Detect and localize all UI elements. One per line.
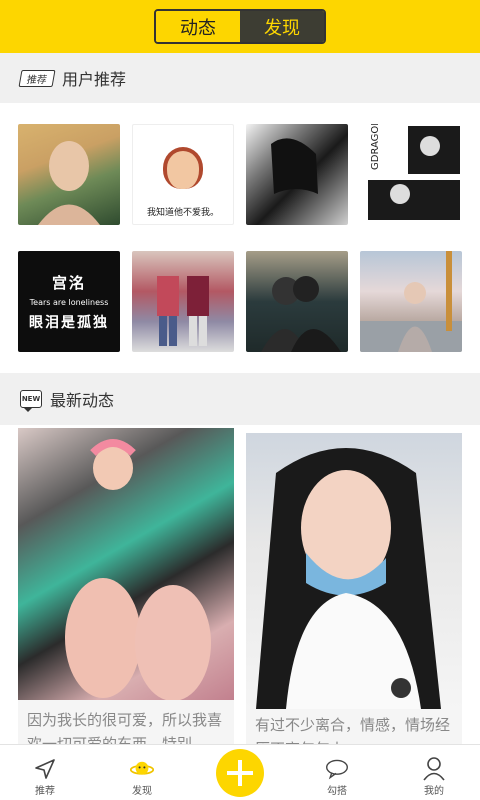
user-avatar-4[interactable]: GDRAGON	[360, 124, 462, 225]
user-avatar-5[interactable]: 宫洺 Tears are loneliness 眼泪是孤独	[18, 251, 120, 352]
nav-label: 我的	[424, 786, 444, 797]
chat-bubble-icon	[325, 757, 349, 781]
recommend-title: 用户推荐	[62, 70, 127, 89]
user-avatar-2[interactable]: 我知道他不爱我。	[132, 124, 234, 225]
avatar-text-line1: 宫洺	[51, 273, 86, 292]
navigation-arrow-icon	[33, 757, 57, 781]
post-card-1[interactable]: 因为我长的很可爱，所以我喜欢一切可爱的东西，特别	[18, 428, 234, 744]
post-text-1: 因为我长的很可爱，所以我喜欢一切可爱的东西，特别	[27, 711, 223, 744]
nav-label: 推荐	[35, 786, 55, 797]
post-text-2: 有过不少离合，情感，情场经历不离年年上	[255, 716, 451, 744]
nav-item-gouda[interactable]: 勾搭	[297, 745, 377, 800]
post-image-2	[246, 433, 462, 709]
nav-item-faxian[interactable]: 发现	[102, 745, 182, 800]
nav-label: 发现	[132, 786, 152, 797]
top-header: 动态 发现	[0, 0, 480, 53]
tab-dongtai[interactable]: 动态	[156, 11, 240, 42]
user-avatar-8[interactable]	[360, 251, 462, 352]
post-image-1	[18, 428, 234, 701]
planet-icon	[130, 757, 154, 781]
plus-icon	[227, 760, 253, 786]
latest-panel: 因为我长的很可爱，所以我喜欢一切可爱的东西，特别 有过不少离合，情感，情场经历不…	[0, 425, 480, 744]
photo-girl-mask	[256, 448, 441, 709]
recommend-badge-icon: 推荐	[18, 69, 56, 87]
photo-couple	[261, 276, 341, 352]
avatar-text-line3: 眼泪是孤独	[29, 314, 109, 331]
latest-section-header: NEW 最新动态	[0, 373, 480, 425]
svg-text:GDRAGON: GDRAGON	[370, 124, 381, 170]
recommend-section-header: 推荐 用户推荐	[0, 53, 480, 103]
segmented-control: 动态 发现	[154, 9, 326, 44]
new-badge-icon: NEW	[20, 390, 42, 412]
portrait-silhouette	[38, 141, 100, 225]
photo-collage: GDRAGON	[368, 124, 460, 220]
photo-girl-feet	[65, 439, 211, 701]
user-avatar-3[interactable]	[246, 124, 348, 225]
post-card-2[interactable]: 有过不少离合，情感，情场经历不离年年上	[246, 433, 462, 744]
nav-item-tuijian[interactable]: 推荐	[5, 745, 85, 800]
recommend-panel: 我知道他不爱我。 GDRAGON 宫洺 Tears are loneliness…	[0, 103, 480, 373]
photo-street	[360, 251, 462, 352]
user-avatar-7[interactable]	[246, 251, 348, 352]
person-icon	[422, 757, 446, 781]
avatar-caption: 我知道他不爱我。	[146, 208, 219, 218]
user-avatar-1[interactable]	[18, 124, 120, 225]
portrait-silhouette	[271, 138, 318, 194]
user-avatar-6[interactable]	[132, 251, 234, 352]
nav-item-wode[interactable]: 我的	[394, 745, 474, 800]
add-post-button[interactable]	[216, 749, 264, 797]
emoji-girl-icon	[163, 147, 203, 189]
tab-faxian[interactable]: 发现	[240, 11, 324, 42]
photo-two-people	[157, 276, 209, 346]
latest-title: 最新动态	[50, 391, 115, 410]
avatar-text-line2: Tears are loneliness	[29, 297, 109, 307]
nav-label: 勾搭	[327, 786, 347, 797]
